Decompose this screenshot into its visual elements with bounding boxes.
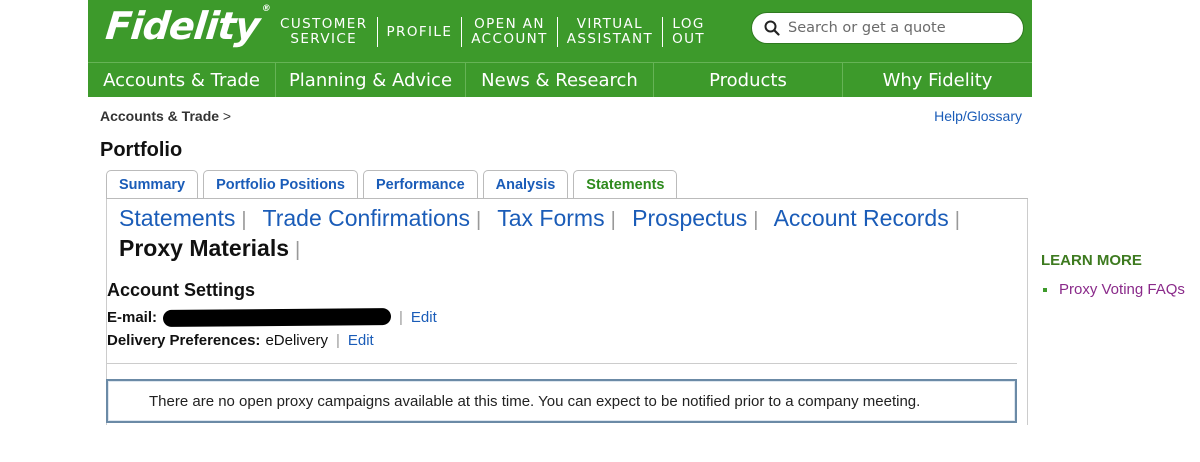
divider bbox=[107, 363, 1017, 364]
email-edit-link[interactable]: Edit bbox=[411, 309, 437, 326]
delivery-label: Delivery Preferences: bbox=[107, 332, 261, 349]
search-box bbox=[751, 12, 1024, 44]
proxy-voting-faqs-link[interactable]: Proxy Voting FAQs bbox=[1059, 281, 1185, 298]
tab-summary[interactable]: Summary bbox=[106, 170, 199, 198]
divider: | bbox=[610, 209, 616, 231]
subnav-tax-forms[interactable]: Tax Forms bbox=[497, 205, 604, 231]
learn-more-item: Proxy Voting FAQs bbox=[1041, 281, 1185, 298]
notice-text: There are no open proxy campaigns availa… bbox=[149, 392, 921, 410]
tab-performance[interactable]: Performance bbox=[362, 170, 478, 198]
tab-analysis[interactable]: Analysis bbox=[482, 170, 569, 198]
divider: | bbox=[954, 209, 960, 231]
search-icon[interactable] bbox=[764, 20, 780, 36]
breadcrumb-separator: > bbox=[222, 108, 232, 124]
nav-why-fidelity[interactable]: Why Fidelity bbox=[843, 63, 1032, 97]
statements-subnav: Statements | Trade Confirmations | Tax For… bbox=[119, 204, 1019, 264]
delivery-value: eDelivery bbox=[265, 332, 328, 349]
logout-link[interactable]: LOG OUT bbox=[663, 17, 714, 47]
subnav-account-records[interactable]: Account Records bbox=[774, 205, 949, 231]
divider: | bbox=[241, 209, 247, 231]
email-label: E-mail: bbox=[107, 309, 158, 326]
delivery-row: Delivery Preferences: eDelivery | Edit bbox=[107, 332, 374, 349]
account-settings-title: Account Settings bbox=[107, 280, 256, 300]
subnav-prospectus[interactable]: Prospectus bbox=[632, 205, 747, 231]
redacted-email bbox=[162, 308, 392, 327]
learn-more-title: LEARN MORE bbox=[1041, 252, 1142, 269]
page-title: Portfolio bbox=[100, 139, 183, 161]
bullet-icon bbox=[1043, 287, 1047, 292]
customer-service-link[interactable]: CUSTOMER SERVICE bbox=[271, 17, 377, 47]
nav-accounts-trade[interactable]: Accounts & Trade bbox=[88, 63, 276, 97]
divider: | bbox=[476, 209, 482, 231]
delivery-edit-link[interactable]: Edit bbox=[348, 332, 374, 349]
divider: | bbox=[335, 332, 340, 349]
subnav-proxy-materials: Proxy Materials bbox=[119, 235, 290, 261]
portfolio-tabs: Summary Portfolio Positions Performance … bbox=[106, 170, 678, 198]
help-glossary-link[interactable]: Help/Glossary bbox=[934, 108, 1022, 124]
tab-statements[interactable]: Statements bbox=[573, 170, 678, 198]
email-row: E-mail: | Edit bbox=[107, 308, 437, 327]
search-input[interactable] bbox=[788, 20, 1008, 36]
fidelity-logo[interactable]: Fidelity® bbox=[104, 4, 271, 48]
tab-portfolio-positions[interactable]: Portfolio Positions bbox=[203, 170, 358, 198]
nav-planning-advice[interactable]: Planning & Advice bbox=[276, 63, 466, 97]
breadcrumb: Accounts & Trade > bbox=[100, 108, 231, 124]
divider: | bbox=[295, 239, 301, 261]
subnav-statements[interactable]: Statements bbox=[119, 205, 235, 231]
open-account-link[interactable]: OPEN AN ACCOUNT bbox=[462, 17, 557, 47]
statements-panel: Statements | Trade Confirmations | Tax For… bbox=[106, 199, 1028, 425]
subnav-trade-confirmations[interactable]: Trade Confirmations bbox=[263, 205, 471, 231]
nav-news-research[interactable]: News & Research bbox=[466, 63, 654, 97]
breadcrumb-accounts-trade[interactable]: Accounts & Trade bbox=[100, 108, 219, 124]
site-header: Fidelity® CUSTOMER SERVICE PROFILE OPEN A… bbox=[88, 0, 1032, 62]
nav-products[interactable]: Products bbox=[654, 63, 843, 97]
divider: | bbox=[399, 309, 403, 326]
profile-link[interactable]: PROFILE bbox=[378, 24, 462, 40]
main-nav: Accounts & Trade Planning & Advice News … bbox=[88, 62, 1032, 97]
no-proxy-notice: There are no open proxy campaigns availa… bbox=[106, 379, 1017, 423]
divider: | bbox=[753, 209, 759, 231]
utility-nav: CUSTOMER SERVICE PROFILE OPEN AN ACCOUNT V… bbox=[271, 17, 714, 47]
virtual-assistant-link[interactable]: VIRTUAL ASSISTANT bbox=[558, 17, 662, 47]
